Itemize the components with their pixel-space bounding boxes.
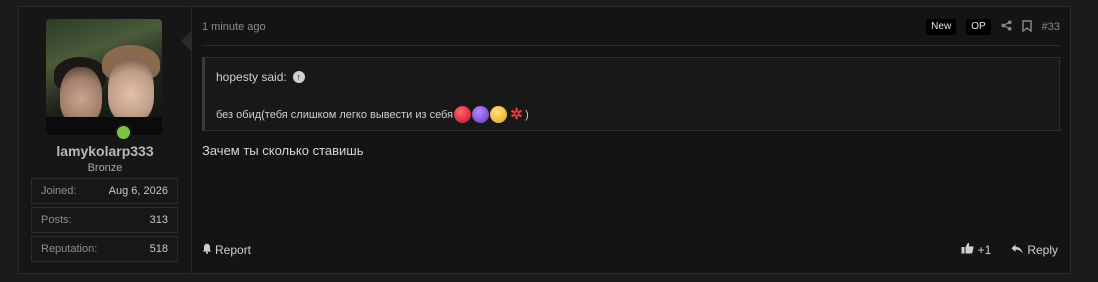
quote-block: hopesty said: ↑ без обид(тебя слишком ле…	[202, 57, 1060, 131]
post-number[interactable]: #33	[1042, 21, 1060, 33]
quote-text-end: )	[525, 108, 529, 121]
arrow-up-circle-icon[interactable]: ↑	[292, 71, 305, 83]
angry-face-emoji-icon	[490, 106, 508, 123]
stat-label: Posts:	[41, 214, 72, 226]
angry-devil-emoji-icon	[454, 106, 472, 123]
reply-label: Reply	[1027, 242, 1058, 257]
report-button[interactable]: Report	[202, 243, 251, 257]
sidebar-pointer	[181, 31, 191, 51]
online-indicator	[115, 124, 132, 141]
post-message: Зачем ты сколько ставишь	[202, 143, 364, 158]
bell-icon	[202, 243, 212, 257]
new-badge: New	[926, 19, 957, 35]
stat-reputation: Reputation: 518	[31, 236, 178, 262]
post-main: 1 minute ago New OP #33 hopesty said: ↑ …	[192, 7, 1070, 273]
bookmark-icon[interactable]	[1021, 19, 1032, 35]
forum-post: lamykolarp333 Bronze Joined: Aug 6, 2026…	[18, 6, 1071, 274]
post-time[interactable]: 1 minute ago	[202, 21, 266, 33]
like-count: +1	[977, 242, 992, 257]
avatar[interactable]	[46, 19, 162, 135]
reply-button[interactable]: Reply	[1011, 242, 1058, 257]
avatar-shirt	[46, 117, 162, 135]
stat-value: 313	[149, 214, 168, 226]
user-sidebar: lamykolarp333 Bronze Joined: Aug 6, 2026…	[19, 7, 192, 273]
post-actions: New OP #33	[926, 19, 1060, 35]
user-rank: Bronze	[87, 162, 123, 174]
stat-label: Joined:	[41, 185, 77, 197]
stat-joined: Joined: Aug 6, 2026	[31, 178, 178, 204]
stat-posts: Posts: 313	[31, 207, 178, 233]
username[interactable]: lamykolarp333	[19, 143, 191, 159]
stat-label: Reputation:	[41, 243, 98, 255]
reply-icon	[1011, 243, 1023, 257]
thumbs-up-icon	[961, 242, 974, 257]
stat-value: Aug 6, 2026	[108, 185, 168, 197]
quote-author-label: hopesty said:	[216, 70, 287, 84]
report-label: Report	[215, 243, 252, 257]
quote-author[interactable]: hopesty said: ↑	[216, 70, 305, 84]
stat-value: 518	[149, 243, 168, 255]
quote-text-body: без обид(тебя слишком легко вывести из с…	[216, 108, 454, 121]
op-badge: OP	[966, 19, 991, 35]
header-divider	[202, 45, 1060, 46]
avatar-face-right	[108, 59, 154, 123]
anger-symbol-emoji-icon: ✲	[510, 106, 523, 123]
post-footer-actions: +1 Reply	[961, 242, 1058, 257]
quote-text: без обид(тебя слишком легко вывести из с…	[216, 106, 529, 123]
like-button[interactable]: +1	[961, 242, 992, 257]
purple-devil-emoji-icon	[472, 106, 490, 123]
share-icon[interactable]	[1001, 20, 1012, 34]
